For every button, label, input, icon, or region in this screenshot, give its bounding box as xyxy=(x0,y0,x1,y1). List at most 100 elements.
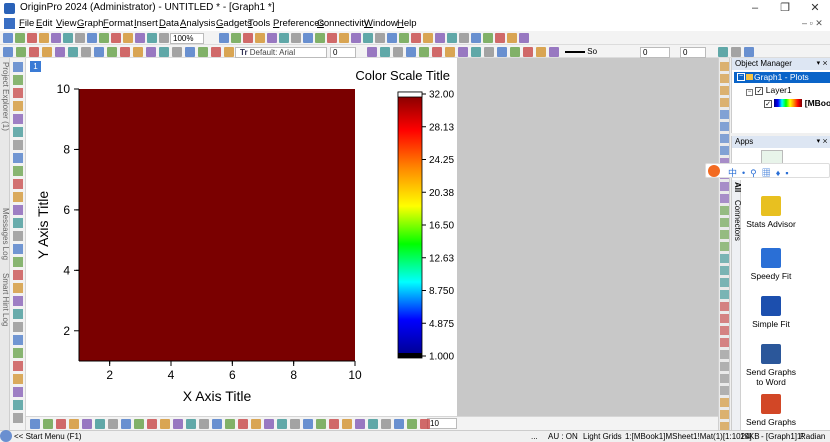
menu-tools[interactable]: Tools xyxy=(248,18,270,29)
layer-tool-icon[interactable] xyxy=(720,110,729,119)
format-tool-icon[interactable] xyxy=(367,47,377,57)
drawing-tool-icon[interactable] xyxy=(13,205,23,215)
standard-tool-icon[interactable] xyxy=(15,33,25,43)
standard-tool-icon[interactable] xyxy=(159,33,169,43)
layer-tool-icon[interactable] xyxy=(720,314,729,323)
format-tool-icon[interactable] xyxy=(29,47,39,57)
drawing-tool-icon[interactable] xyxy=(13,127,23,137)
format-tool-icon[interactable] xyxy=(380,47,390,57)
format-tool-icon[interactable] xyxy=(198,47,208,57)
checkbox-icon[interactable]: ✓ xyxy=(764,100,772,108)
drawing-tool-icon[interactable] xyxy=(316,419,326,429)
app-stats-advisor[interactable]: Stats Advisor xyxy=(744,196,798,229)
drawing-tool-icon[interactable] xyxy=(342,419,352,429)
checkbox-icon[interactable]: ✓ xyxy=(755,87,764,95)
menu-edit[interactable]: Edit xyxy=(36,18,52,29)
layer-tool-icon[interactable] xyxy=(720,242,729,251)
line-width-combo[interactable]: 0 xyxy=(640,47,670,58)
format-tool-icon[interactable] xyxy=(224,47,234,57)
layer-tool-icon[interactable] xyxy=(720,290,729,299)
layer-tool-icon[interactable] xyxy=(720,182,729,191)
drawing-tool-icon[interactable] xyxy=(13,153,23,163)
x-axis-title[interactable]: X Axis Title xyxy=(183,388,252,404)
drawing-tool-icon[interactable] xyxy=(277,419,287,429)
app-simple-fit[interactable]: Simple Fit xyxy=(744,296,798,329)
standard-tool-icon[interactable] xyxy=(243,33,253,43)
drawing-tool-icon[interactable] xyxy=(13,296,23,306)
drawing-tool-icon[interactable] xyxy=(13,335,23,345)
tree-layer[interactable]: − ✓ Layer1 xyxy=(746,85,792,96)
drawing-tool-icon[interactable] xyxy=(147,419,157,429)
format-tool-icon[interactable] xyxy=(549,47,559,57)
layer-tool-icon[interactable] xyxy=(720,134,729,143)
menu-window[interactable]: Window xyxy=(364,18,398,29)
drawing-tool-icon[interactable] xyxy=(13,140,23,150)
drawing-tool-icon[interactable] xyxy=(355,419,365,429)
drawing-tool-icon[interactable] xyxy=(13,309,23,319)
bottom-value-combo[interactable]: 10 xyxy=(427,418,457,429)
drawing-tool-icon[interactable] xyxy=(264,419,274,429)
format-tool-icon[interactable] xyxy=(744,47,754,57)
drawing-tool-icon[interactable] xyxy=(13,413,23,423)
layer-tool-icon[interactable] xyxy=(720,206,729,215)
drawing-tool-icon[interactable] xyxy=(13,179,23,189)
format-tool-icon[interactable] xyxy=(81,47,91,57)
drawing-tool-icon[interactable] xyxy=(212,419,222,429)
layer-tool-icon[interactable] xyxy=(720,218,729,227)
standard-tool-icon[interactable] xyxy=(459,33,469,43)
zoom-combo[interactable]: 100% xyxy=(170,33,204,44)
drawing-tool-icon[interactable] xyxy=(238,419,248,429)
format-tool-icon[interactable] xyxy=(107,47,117,57)
panel-pin-icon[interactable]: ▾ ⨯ xyxy=(817,136,828,148)
drawing-tool-icon[interactable] xyxy=(290,419,300,429)
project-explorer-tab[interactable]: Project Explorer (1) xyxy=(1,62,10,131)
menu-help[interactable]: Help xyxy=(397,18,417,29)
drawing-tool-icon[interactable] xyxy=(225,419,235,429)
layer-tool-icon[interactable] xyxy=(720,146,729,155)
standard-tool-icon[interactable] xyxy=(267,33,277,43)
standard-tool-icon[interactable] xyxy=(279,33,289,43)
drawing-tool-icon[interactable] xyxy=(13,101,23,111)
color-scale-title[interactable]: Color Scale Title xyxy=(355,68,450,83)
drawing-tool-icon[interactable] xyxy=(13,283,23,293)
standard-tool-icon[interactable] xyxy=(87,33,97,43)
drawing-tool-icon[interactable] xyxy=(56,419,66,429)
drawing-tool-icon[interactable] xyxy=(43,419,53,429)
standard-tool-icon[interactable] xyxy=(147,33,157,43)
format-tool-icon[interactable] xyxy=(159,47,169,57)
y-axis-title[interactable]: Y Axis Title xyxy=(35,191,51,259)
layer-tool-icon[interactable] xyxy=(720,374,729,383)
layer-tool-icon[interactable] xyxy=(720,122,729,131)
ime-floating-bar[interactable]: 中•⚲▦♦▪ xyxy=(705,163,830,178)
format-tool-icon[interactable] xyxy=(432,47,442,57)
drawing-tool-icon[interactable] xyxy=(69,419,79,429)
layer-tool-icon[interactable] xyxy=(720,254,729,263)
drawing-tool-icon[interactable] xyxy=(13,62,23,72)
standard-tool-icon[interactable] xyxy=(363,33,373,43)
drawing-tool-icon[interactable] xyxy=(13,244,23,254)
layer-tool-icon[interactable] xyxy=(720,194,729,203)
menu-analysis[interactable]: Analysis xyxy=(180,18,215,29)
start-menu-hint[interactable]: << Start Menu (F1) xyxy=(14,431,82,442)
standard-tool-icon[interactable] xyxy=(507,33,517,43)
drawing-tool-icon[interactable] xyxy=(13,387,23,397)
standard-tool-icon[interactable] xyxy=(135,33,145,43)
tree-graph-root[interactable]: − Graph1 - Plots xyxy=(734,72,830,83)
standard-tool-icon[interactable] xyxy=(483,33,493,43)
graph-doc-icon[interactable] xyxy=(4,18,15,29)
standard-tool-icon[interactable] xyxy=(39,33,49,43)
format-tool-icon[interactable] xyxy=(146,47,156,57)
drawing-tool-icon[interactable] xyxy=(13,231,23,241)
standard-tool-icon[interactable] xyxy=(471,33,481,43)
format-tool-icon[interactable] xyxy=(497,47,507,57)
format-tool-icon[interactable] xyxy=(718,47,728,57)
format-tool-icon[interactable] xyxy=(731,47,741,57)
plot-svg[interactable]: 2 4 6 8 10 2 4 6 8 10 X Axis Title Y Axis Title C… xyxy=(26,58,457,416)
layer-tool-icon[interactable] xyxy=(720,410,729,419)
standard-tool-icon[interactable] xyxy=(219,33,229,43)
font-combo[interactable]: Tr Default: Arial xyxy=(235,47,327,58)
drawing-tool-icon[interactable] xyxy=(160,419,170,429)
format-tool-icon[interactable] xyxy=(471,47,481,57)
menu-insert[interactable]: Insert xyxy=(134,18,158,29)
drawing-tool-icon[interactable] xyxy=(13,114,23,124)
